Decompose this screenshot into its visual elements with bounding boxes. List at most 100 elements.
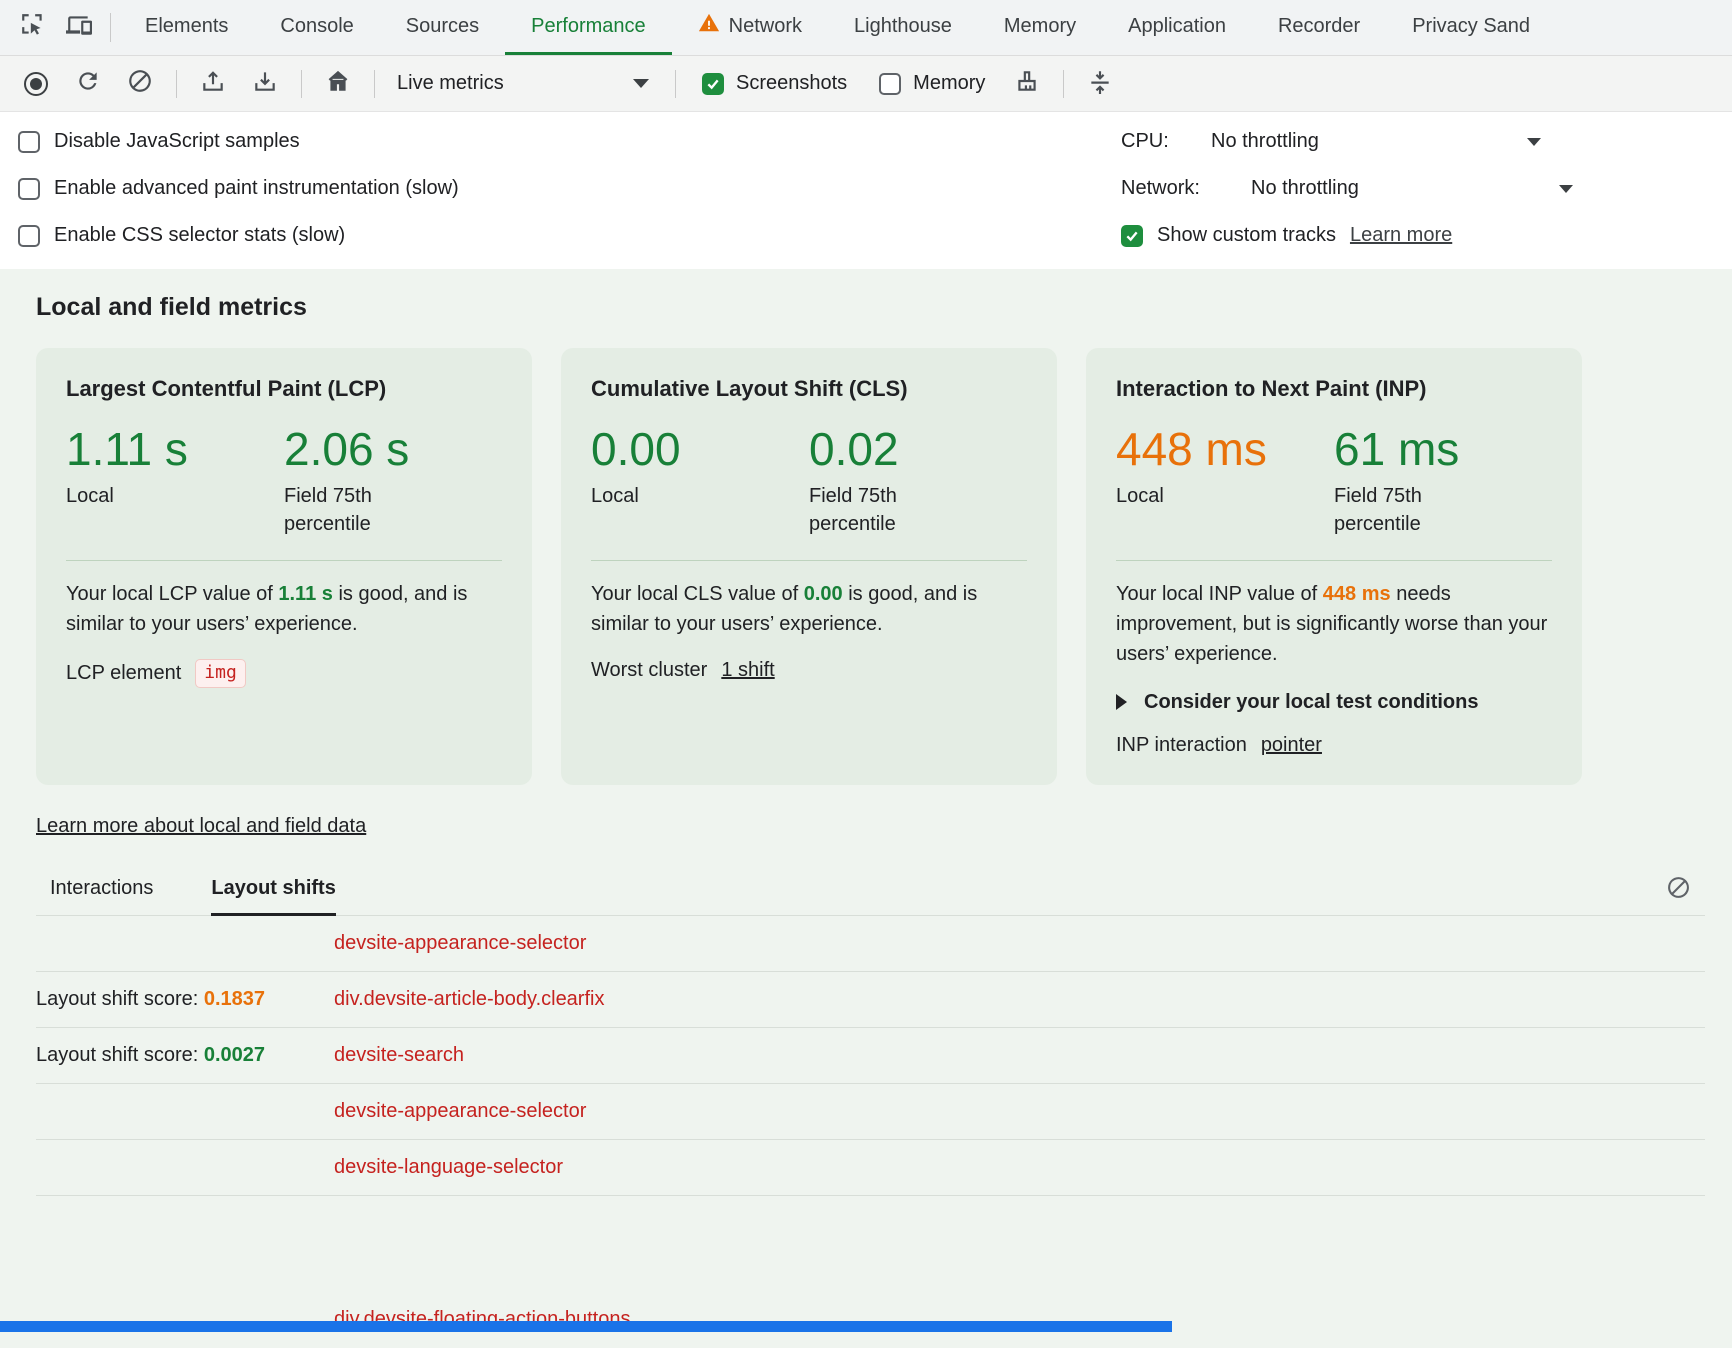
- tab-label: Sources: [406, 15, 479, 38]
- lcp-element-node-link[interactable]: img: [195, 659, 246, 688]
- checkbox-label: Enable CSS selector stats (slow): [54, 224, 345, 247]
- network-label: Network:: [1121, 177, 1237, 200]
- clear-log-button[interactable]: [1666, 875, 1705, 915]
- show-custom-tracks-checkbox[interactable]: Show custom tracks Learn more: [1121, 212, 1573, 259]
- inspect-icon: [20, 12, 46, 43]
- tab-console[interactable]: Console: [254, 0, 379, 55]
- clear-button[interactable]: [118, 63, 162, 105]
- shifted-element-link[interactable]: devsite-search: [334, 1044, 1705, 1067]
- score-value: 0.1837: [204, 988, 265, 1010]
- download-icon: [252, 68, 278, 99]
- load-profile-button[interactable]: [191, 63, 235, 105]
- tab-label: Privacy Sand: [1412, 15, 1530, 38]
- layout-shift-row[interactable]: devsite-appearance-selector: [36, 916, 1705, 972]
- tab-layout-shifts[interactable]: Layout shifts: [211, 877, 335, 916]
- live-metrics-log: Interactions Layout shifts devsite-appea…: [36, 870, 1705, 1348]
- layout-shift-row[interactable]: Layout shift score: 0.0027 devsite-searc…: [36, 1028, 1705, 1084]
- network-throttling-select[interactable]: Network: No throttling: [1121, 165, 1573, 212]
- lcp-card: Largest Contentful Paint (LCP) 1.11 s Lo…: [36, 348, 532, 785]
- checkbox-unchecked-icon: [879, 73, 901, 95]
- tab-interactions[interactable]: Interactions: [50, 877, 153, 916]
- score-label: Layout shift score:: [36, 988, 204, 1010]
- tab-label: Recorder: [1278, 15, 1360, 38]
- worst-cluster-link[interactable]: 1 shift: [721, 659, 774, 682]
- cls-local-value: 0.00: [591, 424, 809, 476]
- live-metrics-view: Local and field metrics Largest Contentf…: [0, 269, 1732, 1348]
- tab-application[interactable]: Application: [1102, 0, 1252, 55]
- home-icon: [325, 68, 351, 99]
- cls-description: Your local CLS value of 0.00 is good, an…: [591, 579, 1027, 639]
- tab-network[interactable]: Network: [672, 0, 828, 55]
- shifted-element-link[interactable]: div.devsite-article-body.clearfix: [334, 988, 1705, 1011]
- field-label: Field 75th percentile: [284, 482, 410, 538]
- learn-more-link[interactable]: Learn more: [1350, 224, 1452, 247]
- inp-interaction-link[interactable]: pointer: [1261, 734, 1322, 757]
- local-label: Local: [1116, 482, 1334, 510]
- divider: [675, 70, 676, 98]
- cls-local-value-block: 0.00 Local: [591, 424, 809, 538]
- checkbox-checked-icon: [1121, 225, 1143, 247]
- inp-field-value: 61 ms: [1334, 424, 1552, 476]
- reload-and-record-button[interactable]: [66, 63, 110, 105]
- lcp-local-value: 1.11 s: [66, 424, 284, 476]
- disable-js-samples-checkbox[interactable]: Disable JavaScript samples: [18, 118, 459, 165]
- tab-performance[interactable]: Performance: [505, 0, 672, 55]
- cpu-throttling-select[interactable]: CPU: No throttling: [1121, 118, 1541, 165]
- settings-right-column: CPU: No throttling Network: No throttlin…: [1121, 118, 1573, 259]
- screenshots-checkbox[interactable]: Screenshots: [690, 72, 859, 95]
- inspect-element-button[interactable]: [10, 0, 56, 55]
- learn-more-local-field-link[interactable]: Learn more about local and field data: [36, 815, 366, 838]
- desc-highlight: 448 ms: [1323, 583, 1391, 605]
- tab-privacy-sandbox[interactable]: Privacy Sand: [1386, 0, 1556, 55]
- shifted-element-link[interactable]: devsite-appearance-selector: [334, 932, 1705, 955]
- collect-garbage-button[interactable]: [1005, 63, 1049, 105]
- cls-card: Cumulative Layout Shift (CLS) 0.00 Local…: [561, 348, 1057, 785]
- local-test-conditions-disclosure[interactable]: Consider your local test conditions: [1116, 691, 1552, 714]
- layout-shift-row[interactable]: devsite-appearance-selector: [36, 1084, 1705, 1140]
- disclosure-label: Consider your local test conditions: [1144, 691, 1479, 714]
- tab-lighthouse[interactable]: Lighthouse: [828, 0, 978, 55]
- tab-elements[interactable]: Elements: [119, 0, 254, 55]
- tab-label: Console: [280, 15, 353, 38]
- lcp-element-label: LCP element: [66, 662, 181, 685]
- divider: [591, 560, 1027, 561]
- divider: [1116, 560, 1552, 561]
- layout-shift-row[interactable]: devsite-language-selector: [36, 1140, 1705, 1196]
- upload-icon: [200, 68, 226, 99]
- shifted-element-link[interactable]: devsite-appearance-selector: [334, 1100, 1705, 1123]
- tab-memory[interactable]: Memory: [978, 0, 1102, 55]
- record-button[interactable]: [14, 63, 58, 105]
- home-button[interactable]: [316, 63, 360, 105]
- shifted-element-link[interactable]: devsite-language-selector: [334, 1156, 1705, 1179]
- memory-checkbox[interactable]: Memory: [867, 72, 997, 95]
- field-label: Field 75th percentile: [809, 482, 935, 538]
- css-selector-stats-checkbox[interactable]: Enable CSS selector stats (slow): [18, 212, 459, 259]
- live-metrics-dropdown[interactable]: Live metrics: [389, 64, 661, 104]
- lcp-footer: LCP element img: [66, 659, 502, 688]
- inp-values: 448 ms Local 61 ms Field 75th percentile: [1116, 424, 1552, 538]
- layout-shift-row[interactable]: Layout shift score: 0.1837 div.devsite-a…: [36, 972, 1705, 1028]
- tab-label: Lighthouse: [854, 15, 952, 38]
- collapse-button[interactable]: [1078, 63, 1122, 105]
- refresh-icon: [75, 68, 101, 99]
- device-toolbar-button[interactable]: [56, 0, 102, 55]
- checkbox-label: Enable advanced paint instrumentation (s…: [54, 177, 459, 200]
- save-profile-button[interactable]: [243, 63, 287, 105]
- checkbox-unchecked-icon: [18, 178, 40, 200]
- desc-text: Your local INP value of: [1116, 583, 1323, 605]
- tab-sources[interactable]: Sources: [380, 0, 505, 55]
- cls-field-value-block: 0.02 Field 75th percentile: [809, 424, 1027, 538]
- performance-toolbar: Live metrics Screenshots Memory: [0, 56, 1732, 112]
- cls-footer: Worst cluster 1 shift: [591, 659, 1027, 682]
- tab-recorder[interactable]: Recorder: [1252, 0, 1386, 55]
- panel-tabs: Elements Console Sources Performance Net…: [119, 0, 1556, 55]
- divider: [110, 13, 111, 42]
- chevron-down-icon: [1559, 185, 1573, 193]
- live-metrics-dropdown-value: Live metrics: [397, 72, 504, 95]
- desc-highlight: 1.11 s: [278, 583, 333, 605]
- cls-field-value: 0.02: [809, 424, 1027, 476]
- layout-shift-row[interactable]: div.devsite-floating-action-buttons: [36, 1292, 1705, 1348]
- inp-card: Interaction to Next Paint (INP) 448 ms L…: [1086, 348, 1582, 785]
- desc-text: Your local LCP value of: [66, 583, 278, 605]
- advanced-paint-instrumentation-checkbox[interactable]: Enable advanced paint instrumentation (s…: [18, 165, 459, 212]
